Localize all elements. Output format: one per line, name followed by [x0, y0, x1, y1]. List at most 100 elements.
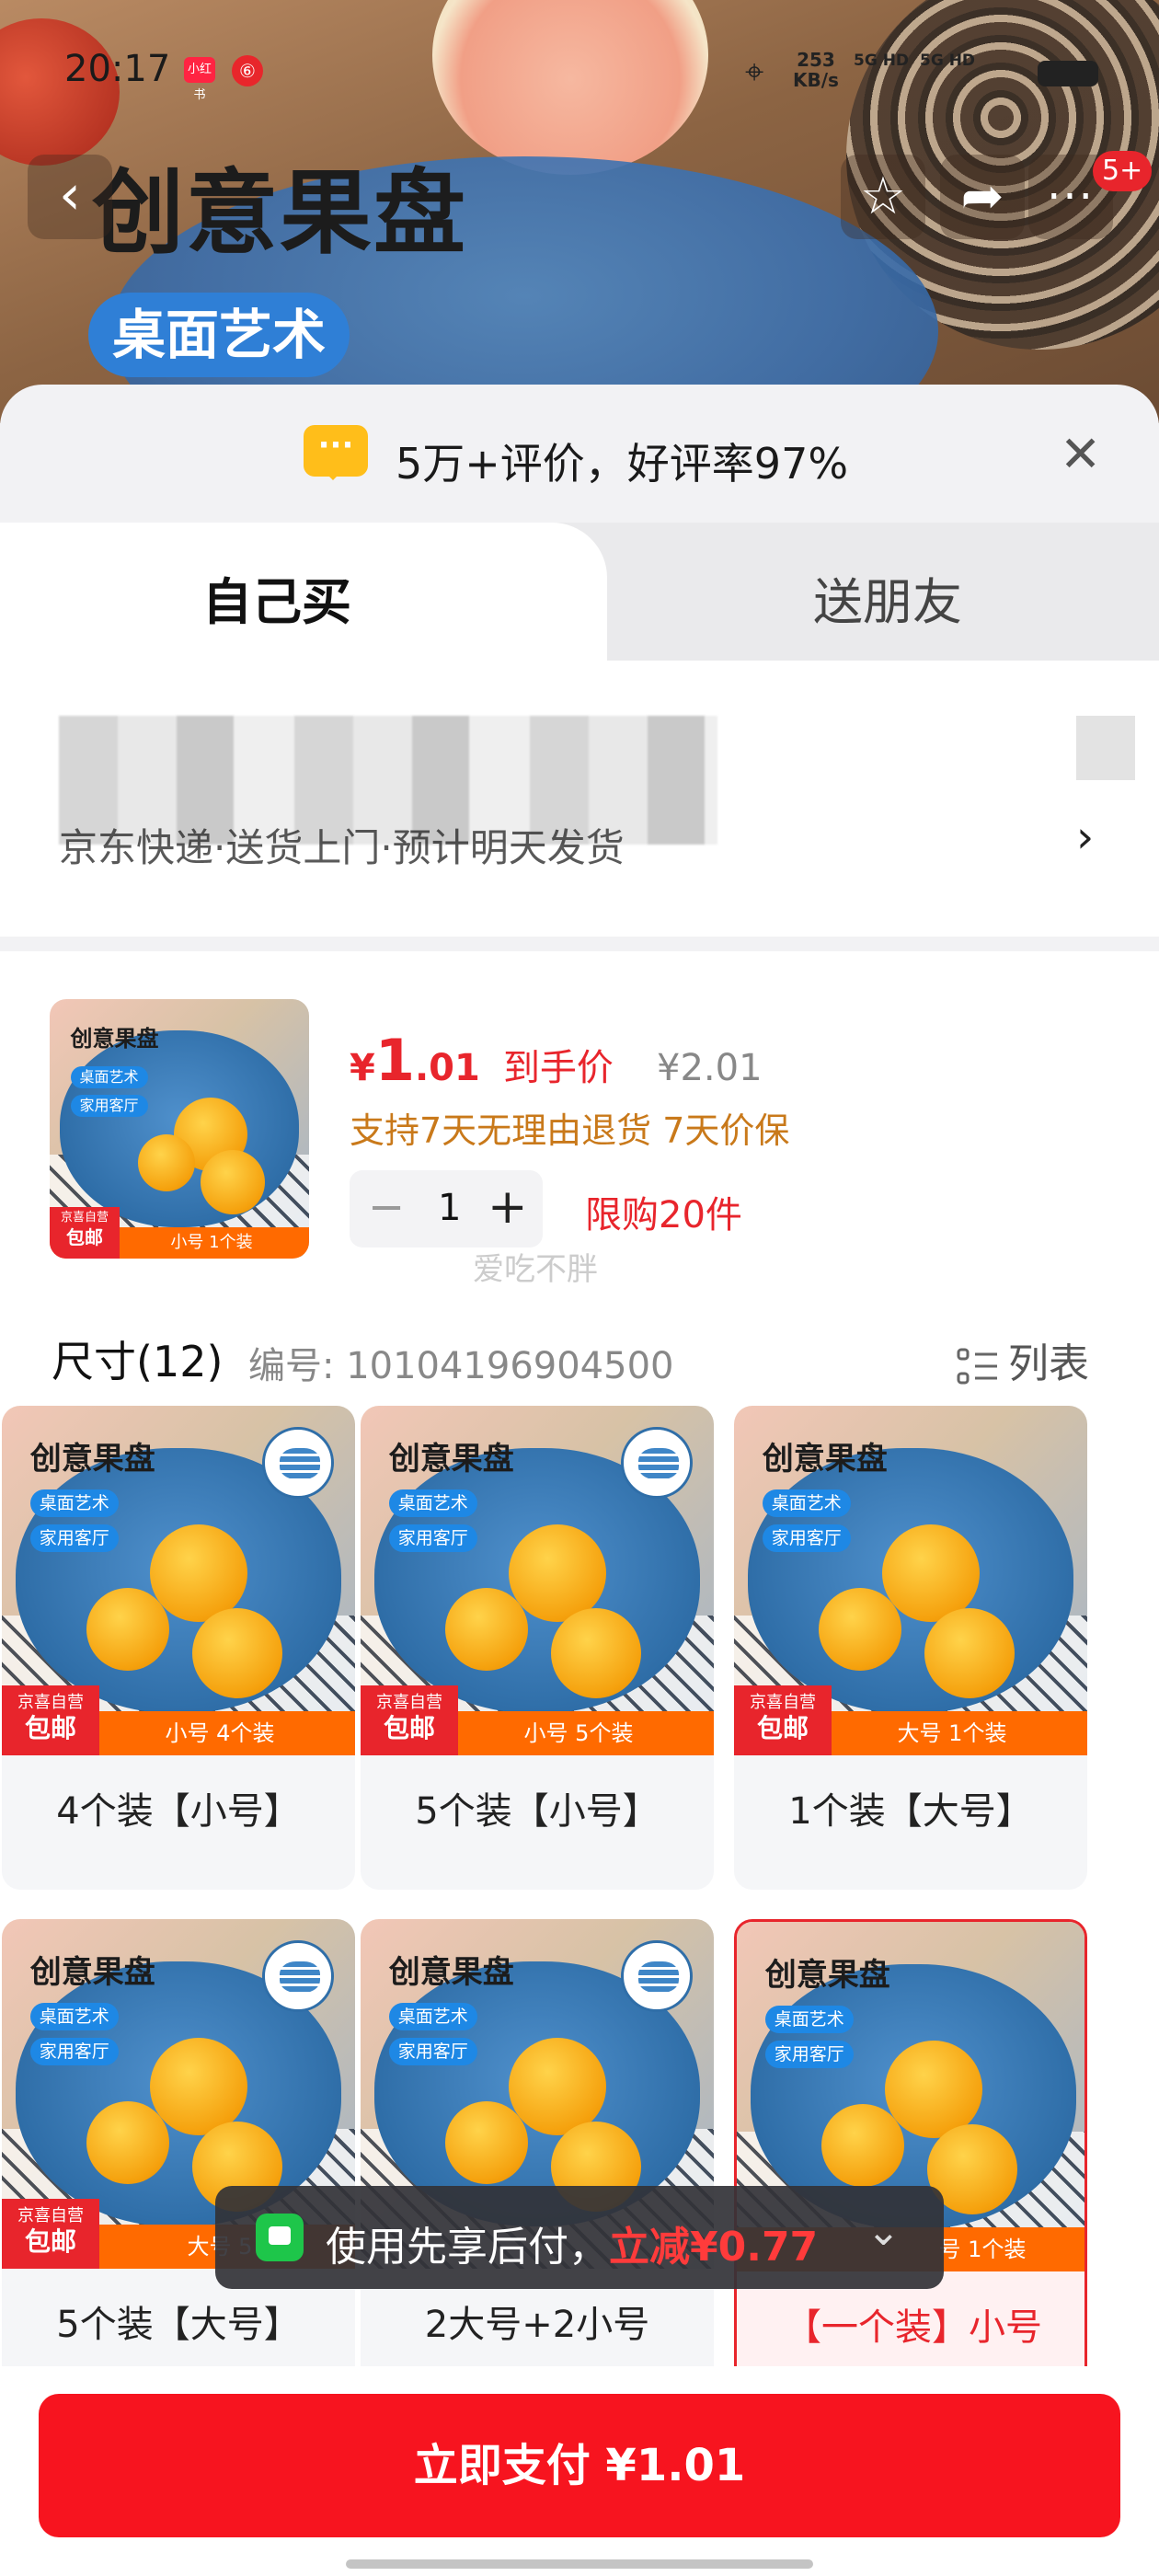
- orange-image: [137, 1133, 195, 1191]
- rating-bar[interactable]: ··· 5万+评价，好评率97% ✕: [0, 385, 1159, 523]
- banner-title: 创意果盘: [92, 159, 467, 267]
- jd-badge-bottom: 包邮: [24, 2226, 76, 2257]
- quantity-stepper: − 1 +: [350, 1170, 543, 1248]
- size-option-image: 创意果盘 桌面艺术 家用客厅 大号 1个装 京喜自营 包邮: [734, 1406, 1087, 1755]
- product-thumbnail[interactable]: 创意果盘 桌面艺术 家用客厅 小号 1个装 京喜自营 包邮: [50, 999, 309, 1259]
- stack-thumbnail-icon: [620, 1426, 693, 1499]
- option-art-title: 创意果盘: [762, 1441, 888, 1478]
- option-art-chip: 家用客厅: [764, 2041, 854, 2069]
- jd-self-operated-badge: 京喜自营 包邮: [734, 1685, 832, 1755]
- size-option[interactable]: 创意果盘 桌面艺术 家用客厅 大号 1个装 京喜自营 包邮 1个装【大号】: [734, 1406, 1087, 1890]
- jd-badge-bottom: 包邮: [66, 1226, 103, 1248]
- signal-icon: 5G HD: [854, 52, 910, 70]
- share-button[interactable]: ➦: [940, 155, 1025, 239]
- banner-pill: 桌面艺术: [88, 293, 350, 377]
- orange-image: [885, 2041, 983, 2139]
- price-row: ¥1.01 到手价 ¥2.01: [350, 1027, 763, 1094]
- orange-image: [150, 1524, 248, 1623]
- thumbnail-chip: 家用客厅: [70, 1095, 148, 1118]
- orange-image: [509, 2038, 607, 2136]
- service-promise: 支持7天无理由退货 7天价保: [350, 1110, 790, 1151]
- jd-badge-bottom: 包邮: [24, 1713, 76, 1743]
- chevron-right-icon: ›: [1076, 811, 1095, 863]
- size-option[interactable]: 创意果盘 桌面艺术 家用客厅 小号 5个装 京喜自营 包邮 5个装【小号】: [361, 1406, 714, 1890]
- option-art-title: 创意果盘: [29, 1441, 155, 1478]
- status-time: 20:17: [64, 48, 171, 90]
- jd-self-operated-badge: 京喜自营 包邮: [2, 1685, 99, 1755]
- battery-icon: [1038, 61, 1098, 86]
- toast-discount: 立减¥0.77: [609, 2224, 819, 2271]
- tab-self-buy-label: 自己买: [202, 573, 351, 631]
- pay-now-button[interactable]: 立即支付 ¥1.01: [39, 2394, 1120, 2537]
- size-option[interactable]: 创意果盘 桌面艺术 家用客厅 小号 4个装 京喜自营 包邮 4个装【小号】: [2, 1406, 355, 1890]
- xiaohongshu-icon: 小红书: [184, 57, 215, 102]
- option-art-chip: 家用客厅: [388, 2038, 477, 2066]
- option-art-chip: 桌面艺术: [388, 2003, 477, 2031]
- rating-text: 5万+评价，好评率97%: [396, 439, 849, 489]
- favorite-button[interactable]: ☆: [841, 155, 925, 239]
- share-icon: ➦: [960, 167, 1004, 226]
- thumbnail-title: 创意果盘: [70, 1025, 159, 1052]
- size-option-label: 5个装【小号】: [415, 1790, 660, 1833]
- address-card[interactable]: 京东快递·送货上门·预计明天发货 ›: [0, 661, 1159, 937]
- price-integer: 1: [374, 1027, 415, 1094]
- close-button[interactable]: ✕: [1060, 425, 1101, 483]
- orange-image: [86, 1587, 170, 1671]
- option-art-chip: 家用客厅: [388, 1524, 477, 1553]
- size-option-label: 4个装【小号】: [56, 1790, 301, 1833]
- message-badge: 5+: [1093, 151, 1153, 191]
- size-option-image: 创意果盘 桌面艺术 家用客厅 小号 5个装 京喜自营 包邮: [361, 1406, 714, 1755]
- list-view-label: 列表: [1008, 1340, 1089, 1387]
- size-heading: 尺寸(12): [52, 1337, 224, 1386]
- delivery-info: 京东快递·送货上门·预计明天发货: [59, 825, 625, 870]
- option-art-chip: 桌面艺术: [388, 1489, 477, 1518]
- size-option-label: 5个装【大号】: [56, 2304, 301, 2346]
- back-button[interactable]: ‹: [28, 155, 112, 239]
- quantity-value[interactable]: 1: [438, 1187, 461, 1229]
- stack-thumbnail-icon: [620, 1939, 693, 2012]
- orange-image: [819, 1587, 902, 1671]
- tab-gift[interactable]: 送朋友: [813, 561, 962, 634]
- more-icon: ···: [1047, 171, 1095, 223]
- stack-thumbnail-icon: [261, 1939, 334, 2012]
- size-option[interactable]: 创意果盘 桌面艺术 家用客厅 大号 5 京喜自营包邮 5个装【大号】: [2, 1919, 355, 2403]
- tab-self-buy[interactable]: 自己买: [0, 523, 607, 661]
- list-icon: [957, 1348, 997, 1385]
- orange-image: [200, 1149, 265, 1214]
- app-notification-icon: ⑥: [232, 55, 263, 86]
- comment-icon: ···: [304, 425, 368, 480]
- signal-icon-2: 5G HD: [920, 52, 976, 70]
- increase-button[interactable]: +: [488, 1179, 528, 1235]
- size-option-label: 1个装【大号】: [788, 1790, 1033, 1833]
- jd-self-operated-badge: 京喜自营 包邮: [2, 2199, 99, 2269]
- orange-image: [445, 2100, 529, 2184]
- size-option-selected[interactable]: 创意果盘 桌面艺术 家用客厅 号 1个装 【一个装】小号: [734, 1919, 1087, 2403]
- network-speed-unit: KB/s: [793, 69, 839, 91]
- toast-text: 使用先享后付，立减¥0.77: [326, 2214, 818, 2272]
- decrease-button[interactable]: −: [368, 1181, 405, 1233]
- size-option-label: 【一个装】小号: [785, 2306, 1042, 2349]
- orange-image: [445, 1587, 529, 1671]
- pay-later-toast[interactable]: 使用先享后付，立减¥0.77 ⌄: [215, 2186, 944, 2289]
- size-option[interactable]: 创意果盘 桌面艺术 家用客厅 2大号+2小号: [361, 1919, 714, 2403]
- watermark: 爱吃不胖: [473, 1251, 598, 1288]
- option-art-title: 创意果盘: [29, 1954, 155, 1992]
- option-art-chip: 桌面艺术: [29, 1489, 119, 1518]
- chevron-down-icon[interactable]: ⌄: [866, 2208, 901, 2255]
- option-art-chip: 家用客厅: [29, 1524, 119, 1553]
- option-art-title: 创意果盘: [388, 1954, 514, 1992]
- original-price: ¥2.01: [657, 1047, 763, 1089]
- option-art-chip: 桌面艺术: [764, 2006, 854, 2034]
- purchase-tabs: 自己买 送朋友: [0, 523, 1159, 661]
- price-currency: ¥: [350, 1047, 375, 1089]
- purchase-limit: 限购20件: [585, 1194, 742, 1236]
- thumbnail-chip: 桌面艺术: [70, 1066, 148, 1089]
- list-view-toggle[interactable]: 列表: [957, 1330, 1089, 1389]
- option-art-chip: 家用客厅: [762, 1524, 851, 1553]
- jd-badge-bottom: 包邮: [383, 1713, 435, 1743]
- network-speed-value: 253: [797, 49, 835, 71]
- orange-image: [882, 1524, 981, 1623]
- option-art-title: 创意果盘: [764, 1957, 890, 1995]
- home-indicator[interactable]: [346, 2559, 813, 2569]
- jd-badge-top: 京喜自营: [17, 2206, 84, 2225]
